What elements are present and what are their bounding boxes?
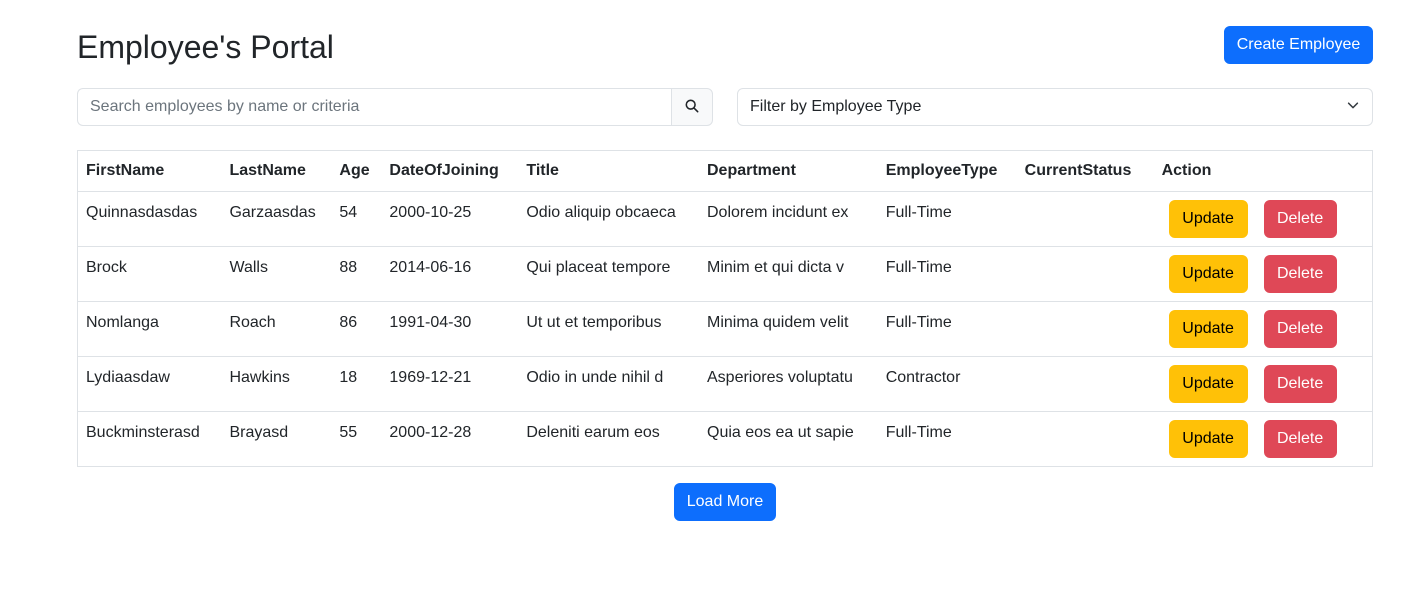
row-actions: Update Delete	[1154, 420, 1372, 458]
cell-employeetype: Contractor	[877, 356, 1017, 412]
cell-title: Qui placeat tempore	[518, 246, 699, 302]
column-header-title: Title	[518, 150, 699, 192]
cell-dateofjoining: 2014-06-16	[381, 246, 519, 302]
cell-title: Ut ut et temporibus	[518, 301, 699, 357]
delete-button[interactable]: Delete	[1263, 365, 1337, 403]
update-button[interactable]: Update	[1168, 200, 1248, 238]
main-container: Employee's Portal Create Employee Filter…	[77, 0, 1373, 521]
cell-age: 55	[339, 424, 358, 441]
cell-action: Update Delete	[1154, 412, 1373, 467]
filter-bar: Filter by Employee Type	[77, 88, 1373, 150]
cell-firstname: Brock	[77, 246, 222, 302]
page-title: Employee's Portal	[77, 29, 334, 65]
update-button[interactable]: Update	[1168, 420, 1248, 458]
cell-department: Dolorem incidunt ex	[699, 191, 878, 247]
update-button[interactable]: Update	[1168, 255, 1248, 293]
cell-dateofjoining: 1991-04-30	[381, 301, 519, 357]
search-group	[77, 88, 713, 126]
cell-title: Odio aliquip obcaeca	[518, 191, 699, 247]
cell-action: Update Delete	[1153, 246, 1373, 302]
row-actions: Update Delete	[1154, 255, 1372, 293]
cell-employeetype: Full-Time	[885, 424, 952, 441]
cell-currentstatus	[1016, 356, 1154, 412]
cell-action: Update Delete	[1153, 301, 1373, 357]
cell-employeetype: Full-Time	[877, 301, 1017, 357]
cell-lastname: Roach	[221, 301, 332, 357]
table-row: Buckminsterasd Brayasd 55 2000-12-28 Delenit…	[78, 412, 1373, 467]
column-header-lastname: LastName	[221, 150, 332, 192]
cell-firstname: Nomlanga	[77, 301, 222, 357]
cell-age: 88	[331, 246, 382, 302]
cell-department: Quia eos ea ut sapie	[707, 424, 854, 441]
column-header-employeetype: EmployeeType	[877, 150, 1017, 192]
cell-currentstatus	[1016, 301, 1154, 357]
cell-lastname: Hawkins	[221, 356, 332, 412]
search-button[interactable]	[671, 88, 713, 126]
delete-button[interactable]: Delete	[1263, 420, 1337, 458]
cell-currentstatus	[1016, 191, 1154, 247]
table-row: Quinnasdasdas Garzaasdas 54 2000-10-25 Odio …	[77, 191, 1373, 247]
cell-lastname: Brayasd	[229, 424, 289, 441]
cell-currentstatus	[1016, 246, 1154, 302]
cell-dateofjoining: 2000-12-28	[389, 424, 472, 441]
cell-employeetype: Full-Time	[877, 191, 1017, 247]
column-header-firstname: FirstName	[77, 150, 222, 192]
page-header: Employee's Portal Create Employee	[77, 0, 1373, 88]
cell-title: Deleniti earum eos	[526, 424, 660, 441]
cell-title: Odio in unde nihil d	[518, 356, 699, 412]
update-button[interactable]: Update	[1168, 365, 1248, 403]
delete-button[interactable]: Delete	[1263, 200, 1337, 238]
cell-age: 18	[331, 356, 382, 412]
update-button[interactable]: Update	[1168, 310, 1248, 348]
cell-firstname: Quinnasdasdas	[77, 191, 222, 247]
cell-dateofjoining: 2000-10-25	[381, 191, 519, 247]
load-more-wrap: Load More	[77, 483, 1373, 521]
table-row: Lydiaasdaw Hawkins 18 1969-12-21 Odio in und…	[77, 356, 1373, 412]
search-icon	[685, 99, 699, 116]
table-row: Brock Walls 88 2014-06-16 Qui placeat tempor…	[77, 246, 1373, 302]
cell-lastname: Garzaasdas	[221, 191, 332, 247]
cell-department: Asperiores voluptatu	[699, 356, 878, 412]
column-header-dateofjoining: DateOfJoining	[381, 150, 519, 192]
employee-table: FirstName LastName Age DateOfJoining Title De…	[77, 150, 1373, 467]
column-header-department: Department	[699, 150, 878, 192]
column-header-currentstatus: CurrentStatus	[1016, 150, 1154, 192]
table-header-row: FirstName LastName Age DateOfJoining Title De…	[77, 150, 1373, 192]
column-header-action: Action	[1153, 150, 1373, 192]
cell-age: 86	[331, 301, 382, 357]
cell-dateofjoining: 1969-12-21	[381, 356, 519, 412]
delete-button[interactable]: Delete	[1263, 310, 1337, 348]
row-actions: Update Delete	[1154, 310, 1372, 348]
create-employee-button[interactable]: Create Employee	[1224, 26, 1373, 64]
cell-age: 54	[331, 191, 382, 247]
chevron-down-icon	[1346, 98, 1360, 117]
delete-button[interactable]: Delete	[1263, 255, 1337, 293]
table-row: Nomlanga Roach 86 1991-04-30 Ut ut et tempor…	[77, 301, 1373, 357]
cell-action: Update Delete	[1153, 191, 1373, 247]
row-actions: Update Delete	[1154, 200, 1372, 238]
cell-currentstatus	[1017, 412, 1154, 467]
cell-firstname: Lydiaasdaw	[77, 356, 222, 412]
employee-type-select[interactable]: Filter by Employee Type	[737, 88, 1373, 126]
column-header-age: Age	[331, 150, 382, 192]
cell-firstname: Buckminsterasd	[86, 424, 200, 441]
cell-lastname: Walls	[221, 246, 332, 302]
load-more-button[interactable]: Load More	[674, 483, 776, 521]
search-input[interactable]	[77, 88, 671, 126]
row-actions: Update Delete	[1154, 365, 1372, 403]
cell-employeetype: Full-Time	[877, 246, 1017, 302]
cell-department: Minima quidem velit	[699, 301, 878, 357]
cell-action: Update Delete	[1153, 356, 1373, 412]
employee-type-select-value: Filter by Employee Type	[750, 98, 922, 115]
cell-department: Minim et qui dicta v	[699, 246, 878, 302]
